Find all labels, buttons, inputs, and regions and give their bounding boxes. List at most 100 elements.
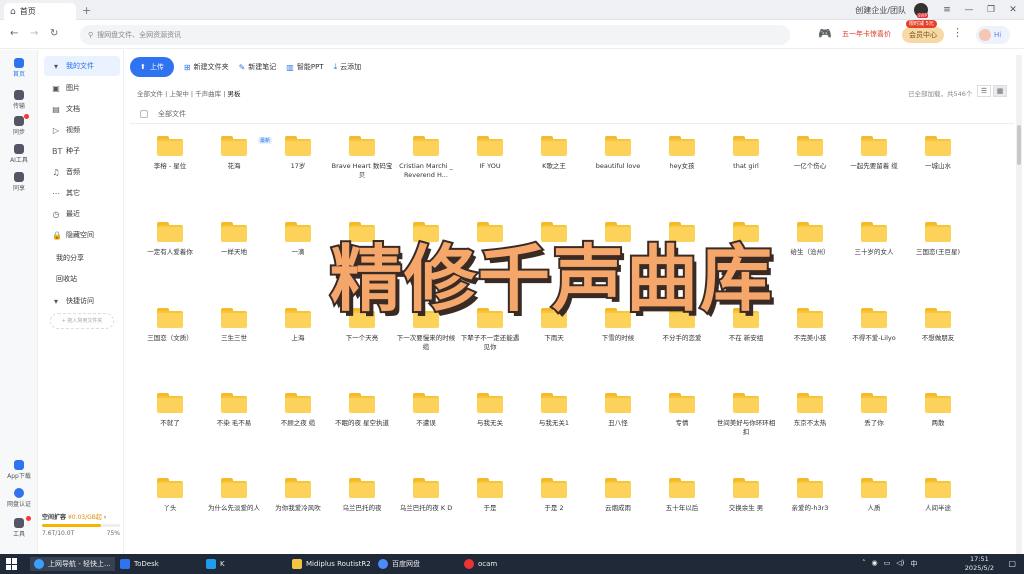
folder-item[interactable]: 丑八怪 <box>586 393 650 428</box>
rail-sync[interactable]: 同步 <box>0 116 38 136</box>
folder-item[interactable]: 一亿个伤心 <box>778 136 842 171</box>
search-input[interactable]: ⚲ 搜网盘文件、全网资源资讯 <box>80 25 790 45</box>
folder-item[interactable]: 两散 <box>906 393 970 428</box>
folder-item[interactable]: 不就了 <box>138 393 202 428</box>
folder-item[interactable]: beautiful love <box>586 136 650 171</box>
taskbar-item-ocam[interactable]: ocam <box>460 557 501 571</box>
folder-item[interactable]: 于是 <box>458 478 522 513</box>
sidebar-item-images[interactable]: ▣ 图片 <box>44 78 120 98</box>
folder-item[interactable]: 一起先要留着 缆 <box>842 136 906 171</box>
folder-item[interactable]: 不染 毛不易 <box>202 393 266 428</box>
folder-item[interactable]: K歌之王 <box>522 136 586 171</box>
rail-home[interactable]: 首页 <box>0 58 38 78</box>
taskbar-item-k[interactable]: K <box>202 557 229 571</box>
sidebar-recycle[interactable]: 回收站 <box>44 269 120 289</box>
folder-item[interactable]: 不想做朋友 <box>906 308 970 343</box>
folder-item[interactable]: 亲爱的-h3r3 <box>778 478 842 513</box>
folder-item[interactable]: 人质 <box>842 478 906 513</box>
folder-item[interactable]: 李榕 - 星位 <box>138 136 202 171</box>
sidebar-my-files[interactable]: ▾ 我的文件 <box>44 56 120 76</box>
add-favorite-drop[interactable]: + 拖入常用文件夹 <box>50 313 114 329</box>
more-icon[interactable]: ⋮ <box>952 26 963 39</box>
folder-item[interactable]: 一城山水 <box>906 136 970 171</box>
breadcrumb[interactable]: 全部文件 | 上架中 | 千声曲库 | 男板 <box>137 88 240 98</box>
taskbar-item-browser[interactable]: 上网导航 - 轻快上... <box>30 557 115 571</box>
folder-item[interactable]: hey女孩 <box>650 136 714 171</box>
close-icon[interactable]: ✕ <box>1002 5 1024 15</box>
sidebar-my-share[interactable]: 我的分享 <box>44 248 120 268</box>
maximize-icon[interactable]: ❐ <box>980 5 1002 15</box>
sidebar-item-recent[interactable]: ◷ 最近 <box>44 204 120 224</box>
folder-item[interactable]: 三国恋（文质） <box>138 308 202 343</box>
sidebar-item-torrent[interactable]: BT 种子 <box>44 141 120 161</box>
list-view-icon[interactable]: ☰ <box>977 85 991 97</box>
back-icon[interactable]: ← <box>10 28 18 39</box>
new-tab-button[interactable]: + <box>82 4 91 17</box>
folder-item[interactable]: 不得不爱-Lilyo <box>842 308 906 343</box>
refresh-icon[interactable]: ↻ <box>50 28 58 39</box>
grid-view-icon[interactable]: ▦ <box>993 85 1007 97</box>
folder-item[interactable]: 人间半途 <box>906 478 970 513</box>
input-method[interactable]: 中 <box>910 559 917 569</box>
folder-item[interactable]: Cristian Marchi _ Reverend H... <box>394 136 458 180</box>
folder-item[interactable]: 不顾之夜 缆 <box>266 393 330 428</box>
taskbar-item-todesk[interactable]: ToDesk <box>116 557 163 571</box>
user-avatar[interactable] <box>914 3 928 18</box>
folder-item[interactable]: Brave Heart 数码宝贝 <box>330 136 394 180</box>
rail-transfer[interactable]: 传输 <box>0 90 38 110</box>
scrollbar-thumb[interactable] <box>1017 125 1021 165</box>
folder-item[interactable]: 五十年以后 <box>650 478 714 513</box>
new-folder-button[interactable]: ⊞ 新建文件夹 <box>184 62 229 72</box>
upload-button[interactable]: ⬆ 上传 <box>130 57 174 77</box>
sidebar-item-hidden[interactable]: 🔒 隐藏空间 <box>44 225 120 245</box>
folder-item[interactable]: 一样天地 <box>202 222 266 257</box>
folder-item[interactable]: 乌兰巴托的夜 K D <box>394 478 458 513</box>
folder-item[interactable]: 与我无关1 <box>522 393 586 428</box>
sidebar-item-other[interactable]: ⋯ 其它 <box>44 183 120 203</box>
network-icon[interactable]: ▭ <box>884 559 891 569</box>
folder-item[interactable]: 乌兰巴托的夜 <box>330 478 394 513</box>
folder-item[interactable]: 与我无关 <box>458 393 522 428</box>
new-note-button[interactable]: ✎ 新建笔记 <box>239 62 277 72</box>
select-all-checkbox[interactable] <box>140 109 148 118</box>
clock[interactable]: 17:51 2025/5/2 <box>965 555 994 573</box>
smart-ppt-button[interactable]: ▥ 智能PPT <box>286 62 323 72</box>
app-tray-icon[interactable]: ◉ <box>872 559 878 569</box>
create-team-link[interactable]: 创建企业/团队 <box>855 5 906 16</box>
rail-tools[interactable]: 工具 <box>0 518 38 538</box>
minimize-icon[interactable]: — <box>958 5 980 15</box>
vip-center-button[interactable]: 会员中心 <box>902 27 944 43</box>
folder-item[interactable]: 17岁 <box>266 136 330 171</box>
folder-item[interactable]: 一定有人爱着你 <box>138 222 202 257</box>
windows-start-icon[interactable] <box>6 558 18 570</box>
rail-verify[interactable]: 网盘认证 <box>0 488 38 508</box>
sidebar-item-video[interactable]: ▷ 视频 <box>44 120 120 140</box>
hi-avatar[interactable]: Hi <box>976 26 1010 44</box>
rail-ai-tools[interactable]: AI工具 <box>0 144 38 164</box>
folder-item[interactable]: 世间美好与你环环相扣 <box>714 393 778 437</box>
rail-share[interactable]: 同享 <box>0 172 38 192</box>
game-icon[interactable]: 🎮 <box>818 27 832 40</box>
folder-item[interactable]: that girl <box>714 136 778 171</box>
folder-item[interactable]: 为什么先淡爱的人 <box>202 478 266 513</box>
tab-home[interactable]: ⌂ 首页 <box>4 3 76 20</box>
folder-item[interactable]: 云烟成雨 <box>586 478 650 513</box>
folder-item[interactable]: 交换余生 男 <box>714 478 778 513</box>
folder-item[interactable]: 为你我爱冷风吹 <box>266 478 330 513</box>
taskbar-item-folder[interactable]: Midiplus RoutistR2 <box>288 557 375 571</box>
folder-item[interactable]: 于是 2 <box>522 478 586 513</box>
notification-icon[interactable]: ▢ <box>1008 559 1016 568</box>
folder-item[interactable]: 不眠的夜 星空执道 <box>330 393 394 428</box>
sidebar-quick-access[interactable]: ▾ 快捷访问 <box>44 291 120 311</box>
sidebar-item-audio[interactable]: ♫ 音频 <box>44 162 120 182</box>
volume-icon[interactable]: ◁) <box>896 559 904 569</box>
folder-item[interactable]: 三生三世 <box>202 308 266 343</box>
folder-item[interactable]: 不遭误 <box>394 393 458 428</box>
folder-item[interactable]: 三十岁的女人 <box>842 222 906 257</box>
year-offer-link[interactable]: 五一年卡惊喜价 <box>842 29 891 39</box>
folder-item[interactable]: IF YOU <box>458 136 522 171</box>
rail-app-download[interactable]: App下载 <box>0 460 38 480</box>
taskbar-item-netdisk[interactable]: 百度网盘 <box>374 557 424 571</box>
sidebar-item-docs[interactable]: ▤ 文档 <box>44 99 120 119</box>
cloud-add-button[interactable]: ⤓ 云添加 <box>334 62 362 72</box>
